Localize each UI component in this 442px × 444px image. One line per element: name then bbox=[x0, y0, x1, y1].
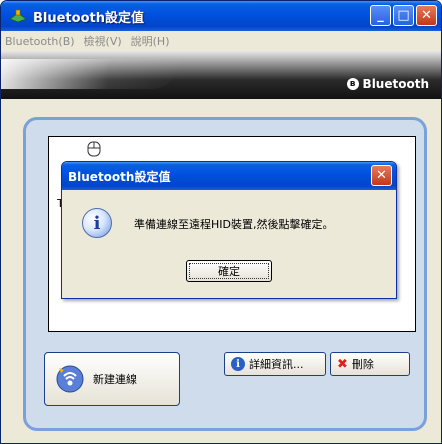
menu-view[interactable]: 檢視(V) bbox=[84, 33, 122, 49]
window-controls: _ □ ✕ bbox=[370, 5, 437, 26]
bluetooth-brand-text: Bluetooth bbox=[362, 77, 429, 91]
new-connection-label: 新建連線 bbox=[93, 373, 137, 386]
maximize-button[interactable]: □ bbox=[393, 5, 414, 26]
dialog-message: 準備連線至遠程HID裝置,然後點擊確定。 bbox=[134, 218, 334, 231]
delete-label: 刪除 bbox=[351, 358, 374, 371]
ok-button[interactable]: 確定 bbox=[186, 260, 272, 282]
bluetooth-settings-window: Bluetooth設定值 _ □ ✕ Bluetooth(B) 檢視(V) 說明… bbox=[0, 0, 442, 444]
delete-button[interactable]: ✖ 刪除 bbox=[330, 352, 410, 376]
bluetooth-rune-icon: ʙ bbox=[346, 78, 359, 90]
banner-swoosh bbox=[1, 59, 181, 89]
mouse-icon[interactable] bbox=[85, 140, 103, 158]
information-icon: i bbox=[82, 208, 112, 238]
menu-bluetooth[interactable]: Bluetooth(B) bbox=[5, 35, 75, 48]
details-label: 詳細資訊... bbox=[249, 358, 304, 371]
message-dialog: Bluetooth設定值 ✕ i 準備連線至遠程HID裝置,然後點擊確定。 確定 bbox=[61, 161, 397, 299]
title-bar[interactable]: Bluetooth設定值 _ □ ✕ bbox=[1, 1, 441, 31]
new-connection-button[interactable]: 新建連線 bbox=[44, 352, 180, 406]
bluetooth-logo: ʙ Bluetooth bbox=[346, 77, 429, 91]
minimize-button[interactable]: _ bbox=[370, 5, 391, 26]
details-button[interactable]: i 詳細資訊... bbox=[224, 352, 326, 376]
dialog-close-button[interactable]: ✕ bbox=[371, 165, 392, 186]
bluetooth-settings-icon bbox=[9, 8, 27, 24]
menu-help[interactable]: 說明(H) bbox=[131, 33, 170, 49]
dialog-title: Bluetooth設定值 bbox=[68, 169, 171, 184]
menu-bar: Bluetooth(B) 檢視(V) 說明(H) bbox=[1, 31, 441, 51]
dialog-body: i 準備連線至遠程HID裝置,然後點擊確定。 確定 bbox=[62, 190, 396, 298]
bluetooth-banner: ʙ Bluetooth bbox=[1, 51, 441, 99]
close-button[interactable]: ✕ bbox=[416, 5, 437, 26]
window-title: Bluetooth設定值 bbox=[33, 10, 144, 26]
info-icon: i bbox=[231, 357, 245, 371]
wireless-signal-icon bbox=[55, 364, 85, 394]
red-x-icon: ✖ bbox=[337, 356, 348, 372]
dialog-title-bar[interactable]: Bluetooth設定值 ✕ bbox=[62, 162, 396, 190]
